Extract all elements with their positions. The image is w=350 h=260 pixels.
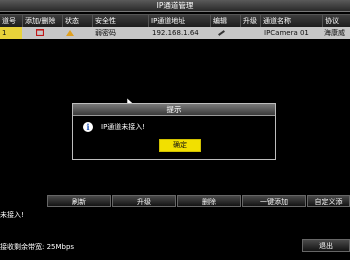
row-protocol: 海康威 [324,29,345,37]
exit-button[interactable]: 退出 [302,239,350,252]
delete-button[interactable]: 删除 [177,195,241,207]
header-ip-address: IP通道地址 [148,15,210,27]
one-click-add-button[interactable]: 一键添加 [242,195,306,207]
header-channel: 道号 [2,17,16,25]
bandwidth-remaining: 接收剩余带宽: 25Mbps [0,243,75,251]
header-add-delete: 添加/删除 [22,15,62,27]
row-channel: 1 [0,27,22,39]
header-protocol: 协议 [322,15,350,27]
delete-icon[interactable] [36,27,44,40]
upgrade-button[interactable]: 升级 [112,195,176,207]
action-button-bar: 刷新 升级 删除 一键添加 自定义添 [0,195,350,207]
row-security: 弱密码 [95,29,116,37]
table-row[interactable]: 1 弱密码 192.168.1.64 IPCamera 01 海康威 [0,27,350,39]
dialog-message: IP通道未接入! [101,123,146,131]
header-status: 状态 [62,15,92,27]
header-edit: 编辑 [210,15,240,27]
dialog-title: 提示 [73,104,275,116]
row-channel-name: IPCamera 01 [264,29,309,37]
header-security: 安全性 [92,15,148,27]
row-ip-address: 192.168.1.64 [152,29,199,37]
custom-add-button[interactable]: 自定义添 [307,195,350,207]
status-message: 未接入! [0,211,24,219]
refresh-button[interactable]: 刷新 [47,195,111,207]
window-title: IP通道管理 [0,0,350,12]
info-icon: i [83,122,93,132]
ok-button[interactable]: 确定 [159,139,201,152]
header-channel-name: 通道名称 [260,15,322,27]
alert-dialog: 提示 i IP通道未接入! 确定 [72,103,276,160]
table-header: 道号 添加/删除 状态 安全性 IP通道地址 编辑 升级 通道名称 协议 [0,14,350,28]
header-upgrade: 升级 [240,15,260,27]
